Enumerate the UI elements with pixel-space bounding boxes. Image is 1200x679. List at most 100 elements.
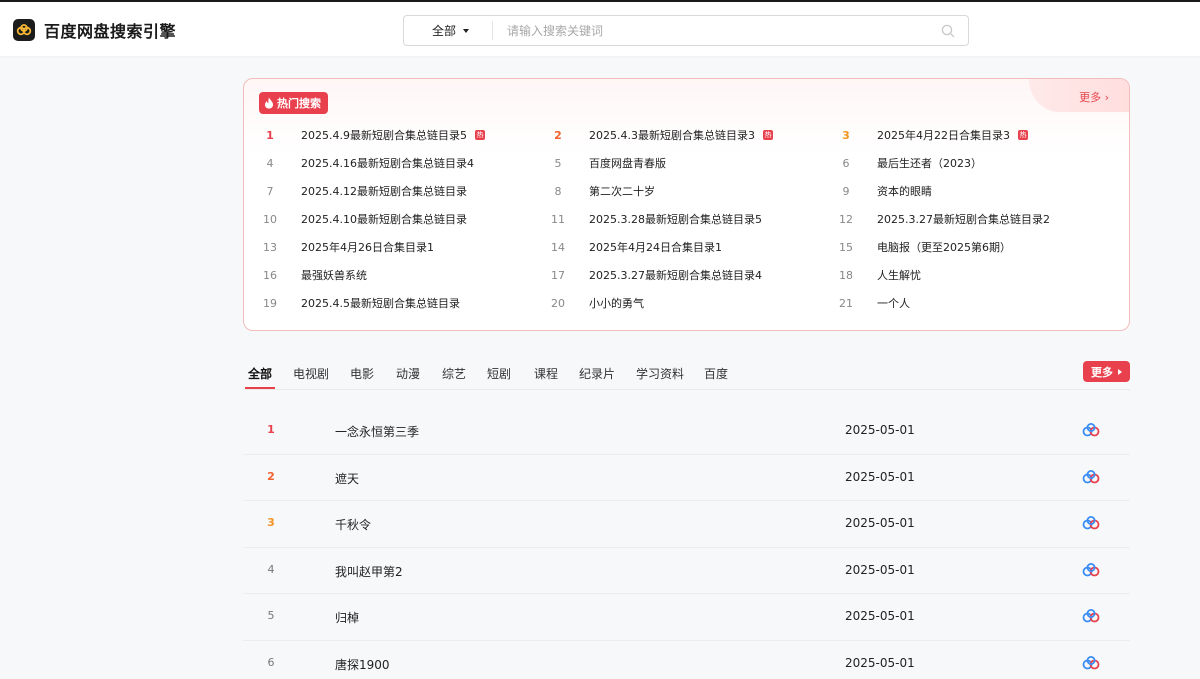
top-bar: 百度网盘搜索引擎 全部 bbox=[0, 0, 1200, 56]
results-list: 1 一念永恒第三季 2025-05-01 2 遮天 2025-05-01 3 千秋令 2025-… bbox=[243, 408, 1130, 679]
hot-item-rank: 9 bbox=[842, 184, 850, 198]
search-input[interactable] bbox=[493, 16, 928, 45]
hot-item-title: 2025年4月22日合集目录3 bbox=[877, 129, 1010, 142]
result-row[interactable]: 1 一念永恒第三季 2025-05-01 bbox=[243, 408, 1130, 455]
hot-item-rank: 10 bbox=[263, 212, 277, 226]
baidu-pan-icon[interactable] bbox=[1081, 655, 1101, 671]
baidu-pan-icon[interactable] bbox=[1081, 515, 1101, 531]
tab-tv[interactable]: 电视剧 bbox=[293, 365, 329, 382]
hot-item-rank: 4 bbox=[266, 156, 274, 170]
hot-item[interactable]: 12 2025.3.27最新短剧合集总链目录2 bbox=[835, 210, 1050, 228]
tab-course[interactable]: 课程 bbox=[534, 365, 558, 382]
result-title[interactable]: 我叫赵甲第2 bbox=[335, 563, 403, 580]
search-button[interactable] bbox=[928, 16, 968, 45]
caret-down-icon bbox=[463, 28, 470, 33]
hot-item-rank: 2 bbox=[554, 128, 562, 142]
hot-item-title: 2025.4.5最新短剧合集总链目录 bbox=[301, 297, 460, 310]
result-date: 2025-05-01 bbox=[845, 516, 915, 530]
tabs-more-button[interactable]: 更多 bbox=[1083, 361, 1130, 382]
tab-short-drama[interactable]: 短剧 bbox=[487, 365, 511, 382]
hot-item[interactable]: 19 2025.4.5最新短剧合集总链目录 bbox=[259, 294, 460, 312]
logo[interactable]: 百度网盘搜索引擎 bbox=[13, 18, 176, 42]
hot-item-title: 最后生还者（2023） bbox=[877, 157, 982, 170]
tab-documentary[interactable]: 纪录片 bbox=[579, 365, 615, 382]
hot-badge-label: 热门搜索 bbox=[277, 97, 321, 110]
hot-search-panel: 更多 › 热门搜索 1 2025.4.9最新短剧合集总链目录5 热 2 2025.4.3… bbox=[243, 78, 1130, 331]
hot-item[interactable]: 3 2025年4月22日合集目录3 热 bbox=[835, 126, 1028, 144]
search-box: 全部 bbox=[403, 15, 969, 46]
result-title[interactable]: 唐探1900 bbox=[335, 656, 390, 673]
result-rank: 3 bbox=[267, 516, 275, 529]
hot-item[interactable]: 14 2025年4月24日合集目录1 bbox=[547, 238, 722, 256]
result-row[interactable]: 6 唐探1900 2025-05-01 bbox=[243, 641, 1130, 679]
hot-item[interactable]: 5 百度网盘青春版 bbox=[547, 154, 667, 172]
result-title[interactable]: 千秋令 bbox=[335, 516, 371, 533]
hot-item-title: 第二次二十岁 bbox=[589, 185, 655, 198]
hot-item[interactable]: 4 2025.4.16最新短剧合集总链目录4 bbox=[259, 154, 474, 172]
tabs-more-label: 更多 bbox=[1091, 365, 1113, 379]
hot-item[interactable]: 10 2025.4.10最新短剧合集总链目录 bbox=[259, 210, 467, 228]
hot-item-rank: 16 bbox=[263, 268, 277, 282]
hot-item[interactable]: 15 电脑报（更至2025第6期） bbox=[835, 238, 1011, 256]
hot-item-title: 2025.4.9最新短剧合集总链目录5 bbox=[301, 129, 467, 142]
result-date: 2025-05-01 bbox=[845, 655, 915, 670]
result-title[interactable]: 一念永恒第三季 bbox=[335, 423, 419, 440]
result-date: 2025-05-01 bbox=[845, 469, 915, 484]
hot-item[interactable]: 7 2025.4.12最新短剧合集总链目录 bbox=[259, 182, 467, 200]
hot-item[interactable]: 13 2025年4月26日合集目录1 bbox=[259, 238, 434, 256]
hot-item-title: 最强妖兽系统 bbox=[301, 269, 367, 282]
hot-item-title: 2025.3.27最新短剧合集总链目录2 bbox=[877, 213, 1050, 226]
result-row[interactable]: 3 千秋令 2025-05-01 bbox=[243, 501, 1130, 548]
result-row[interactable]: 4 我叫赵甲第2 2025-05-01 bbox=[243, 548, 1130, 594]
baidu-pan-icon[interactable] bbox=[1081, 469, 1101, 485]
tab-all[interactable]: 全部 bbox=[248, 365, 272, 382]
arrow-right-icon bbox=[1118, 368, 1122, 375]
hot-item[interactable]: 6 最后生还者（2023） bbox=[835, 154, 983, 172]
hot-item-rank: 21 bbox=[839, 296, 853, 310]
hot-more-link[interactable]: 更多 › bbox=[1079, 89, 1109, 105]
hot-tag-badge: 热 bbox=[762, 130, 773, 140]
hot-item[interactable]: 8 第二次二十岁 bbox=[547, 182, 656, 200]
tab-variety[interactable]: 综艺 bbox=[442, 365, 466, 382]
hot-item[interactable]: 18 人生解忧 bbox=[835, 266, 921, 284]
hot-item[interactable]: 1 2025.4.9最新短剧合集总链目录5 热 bbox=[259, 126, 485, 144]
result-title[interactable]: 遮天 bbox=[335, 470, 359, 487]
baidu-pan-icon[interactable] bbox=[1081, 422, 1101, 438]
hot-item-rank: 15 bbox=[839, 240, 853, 254]
baidu-pan-icon[interactable] bbox=[1081, 562, 1101, 578]
result-date: 2025-05-01 bbox=[845, 423, 915, 437]
hot-item-rank: 5 bbox=[554, 156, 562, 170]
site-title: 百度网盘搜索引擎 bbox=[44, 22, 177, 41]
hot-item[interactable]: 21 一个人 bbox=[835, 294, 910, 312]
hot-item[interactable]: 16 最强妖兽系统 bbox=[259, 266, 367, 284]
hot-item-title: 2025.4.3最新短剧合集总链目录3 bbox=[589, 129, 755, 142]
tab-study[interactable]: 学习资料 bbox=[636, 365, 684, 382]
tab-baidu[interactable]: 百度 bbox=[704, 365, 728, 382]
hot-item-rank: 20 bbox=[551, 296, 565, 310]
hot-item[interactable]: 9 资本的眼睛 bbox=[835, 182, 933, 200]
hot-item[interactable]: 20 小小的勇气 bbox=[547, 294, 644, 312]
flame-icon bbox=[265, 97, 273, 109]
baidu-pan-icon[interactable] bbox=[1081, 608, 1101, 624]
search-scope-select[interactable]: 全部 bbox=[404, 21, 493, 40]
result-date: 2025-05-01 bbox=[845, 609, 915, 623]
hot-item[interactable]: 17 2025.3.27最新短剧合集总链目录4 bbox=[547, 266, 762, 284]
result-row[interactable]: 5 归棹 2025-05-01 bbox=[243, 594, 1130, 641]
result-title[interactable]: 归棹 bbox=[335, 609, 359, 626]
result-row[interactable]: 2 遮天 2025-05-01 bbox=[243, 455, 1130, 501]
hot-item-rank: 18 bbox=[839, 268, 853, 282]
hot-item[interactable]: 11 2025.3.28最新短剧合集总链目录5 bbox=[547, 210, 762, 228]
tab-anime[interactable]: 动漫 bbox=[396, 365, 420, 382]
result-rank: 4 bbox=[267, 562, 275, 576]
hot-item-rank: 1 bbox=[266, 128, 274, 142]
hot-item-rank: 17 bbox=[551, 268, 565, 282]
hot-item-rank: 14 bbox=[551, 240, 565, 254]
hot-item-title: 资本的眼睛 bbox=[877, 185, 932, 198]
tab-movie[interactable]: 电影 bbox=[350, 365, 374, 382]
hot-tag-badge: 热 bbox=[1018, 130, 1028, 140]
hot-item-rank: 3 bbox=[842, 128, 850, 142]
search-icon bbox=[941, 24, 955, 37]
hot-item[interactable]: 2 2025.4.3最新短剧合集总链目录3 热 bbox=[547, 126, 773, 144]
hot-item-rank: 19 bbox=[263, 296, 277, 310]
hot-item-title: 2025.3.28最新短剧合集总链目录5 bbox=[589, 213, 762, 226]
